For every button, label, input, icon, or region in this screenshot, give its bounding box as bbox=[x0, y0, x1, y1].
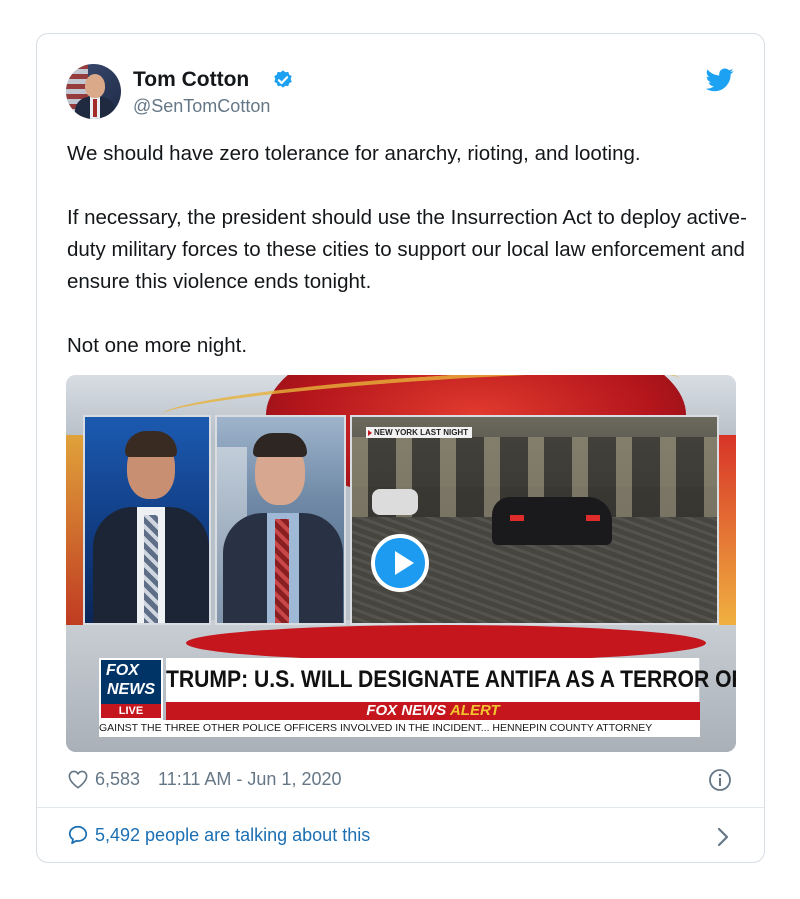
twitter-bird-icon[interactable] bbox=[706, 68, 734, 92]
avatar[interactable] bbox=[66, 64, 121, 119]
tweet-paragraph-3: Not one more night. bbox=[67, 334, 248, 357]
divider bbox=[37, 807, 764, 808]
chevron-right-icon[interactable] bbox=[716, 826, 730, 848]
tweet-card: Tom Cotton @SenTomCotton We should have … bbox=[36, 33, 765, 863]
live-badge: LIVE bbox=[101, 704, 161, 718]
like-count[interactable]: 6,583 bbox=[95, 769, 140, 790]
news-ticker: GAINST THE THREE OTHER POLICE OFFICERS I… bbox=[99, 720, 700, 737]
avatar-face bbox=[85, 74, 105, 98]
studio-right-edge bbox=[718, 435, 736, 625]
video-panel-host bbox=[83, 415, 211, 625]
headline-banner: TRUMP: U.S. WILL DESIGNATE ANTIFA AS A T… bbox=[166, 658, 736, 702]
parked-car bbox=[372, 489, 418, 515]
heart-icon[interactable] bbox=[67, 769, 89, 789]
alert-bar: FOX NEWS ALERT bbox=[166, 702, 700, 720]
logo-line-2: NEWS bbox=[107, 681, 155, 698]
tail-light bbox=[510, 515, 524, 521]
senator-tie bbox=[275, 519, 289, 623]
tweet-meta: 6,583 11:11 AM - Jun 1, 2020 bbox=[67, 767, 342, 791]
senator-hair bbox=[253, 433, 307, 457]
talking-count[interactable]: 5,492 people are talking about this bbox=[95, 825, 370, 846]
fox-news-logo: FOX NEWS LIVE bbox=[99, 658, 163, 720]
author-name[interactable]: Tom Cotton bbox=[133, 68, 249, 92]
video-embed[interactable]: NEW YORK LAST NIGHT FOX NEWS LIVE TRUMP:… bbox=[66, 375, 736, 752]
video-panel-street: NEW YORK LAST NIGHT bbox=[350, 415, 719, 625]
info-icon[interactable] bbox=[708, 768, 732, 792]
host-tie bbox=[144, 515, 158, 623]
tweet-paragraph-1: We should have zero tolerance for anarch… bbox=[67, 142, 641, 165]
tail-light bbox=[586, 515, 600, 521]
studio-red-band bbox=[186, 625, 706, 661]
speech-bubble-icon bbox=[68, 825, 88, 845]
tweet-timestamp[interactable]: 11:11 AM - Jun 1, 2020 bbox=[158, 769, 341, 790]
verified-badge-icon bbox=[274, 70, 292, 88]
play-icon[interactable] bbox=[371, 534, 429, 592]
alert-word: ALERT bbox=[449, 702, 500, 719]
conversation-link[interactable]: 5,492 people are talking about this bbox=[67, 824, 370, 846]
car bbox=[492, 497, 612, 545]
author-handle[interactable]: @SenTomCotton bbox=[133, 96, 270, 117]
video-panel-senator bbox=[215, 415, 346, 625]
avatar-tie bbox=[93, 99, 97, 117]
tweet-paragraph-2: If necessary, the president should use t… bbox=[67, 206, 747, 293]
logo-line-1: FOX bbox=[106, 662, 139, 679]
host-hair bbox=[125, 431, 177, 457]
alert-prefix: FOX NEWS bbox=[366, 702, 447, 719]
location-label: NEW YORK LAST NIGHT bbox=[366, 427, 473, 438]
